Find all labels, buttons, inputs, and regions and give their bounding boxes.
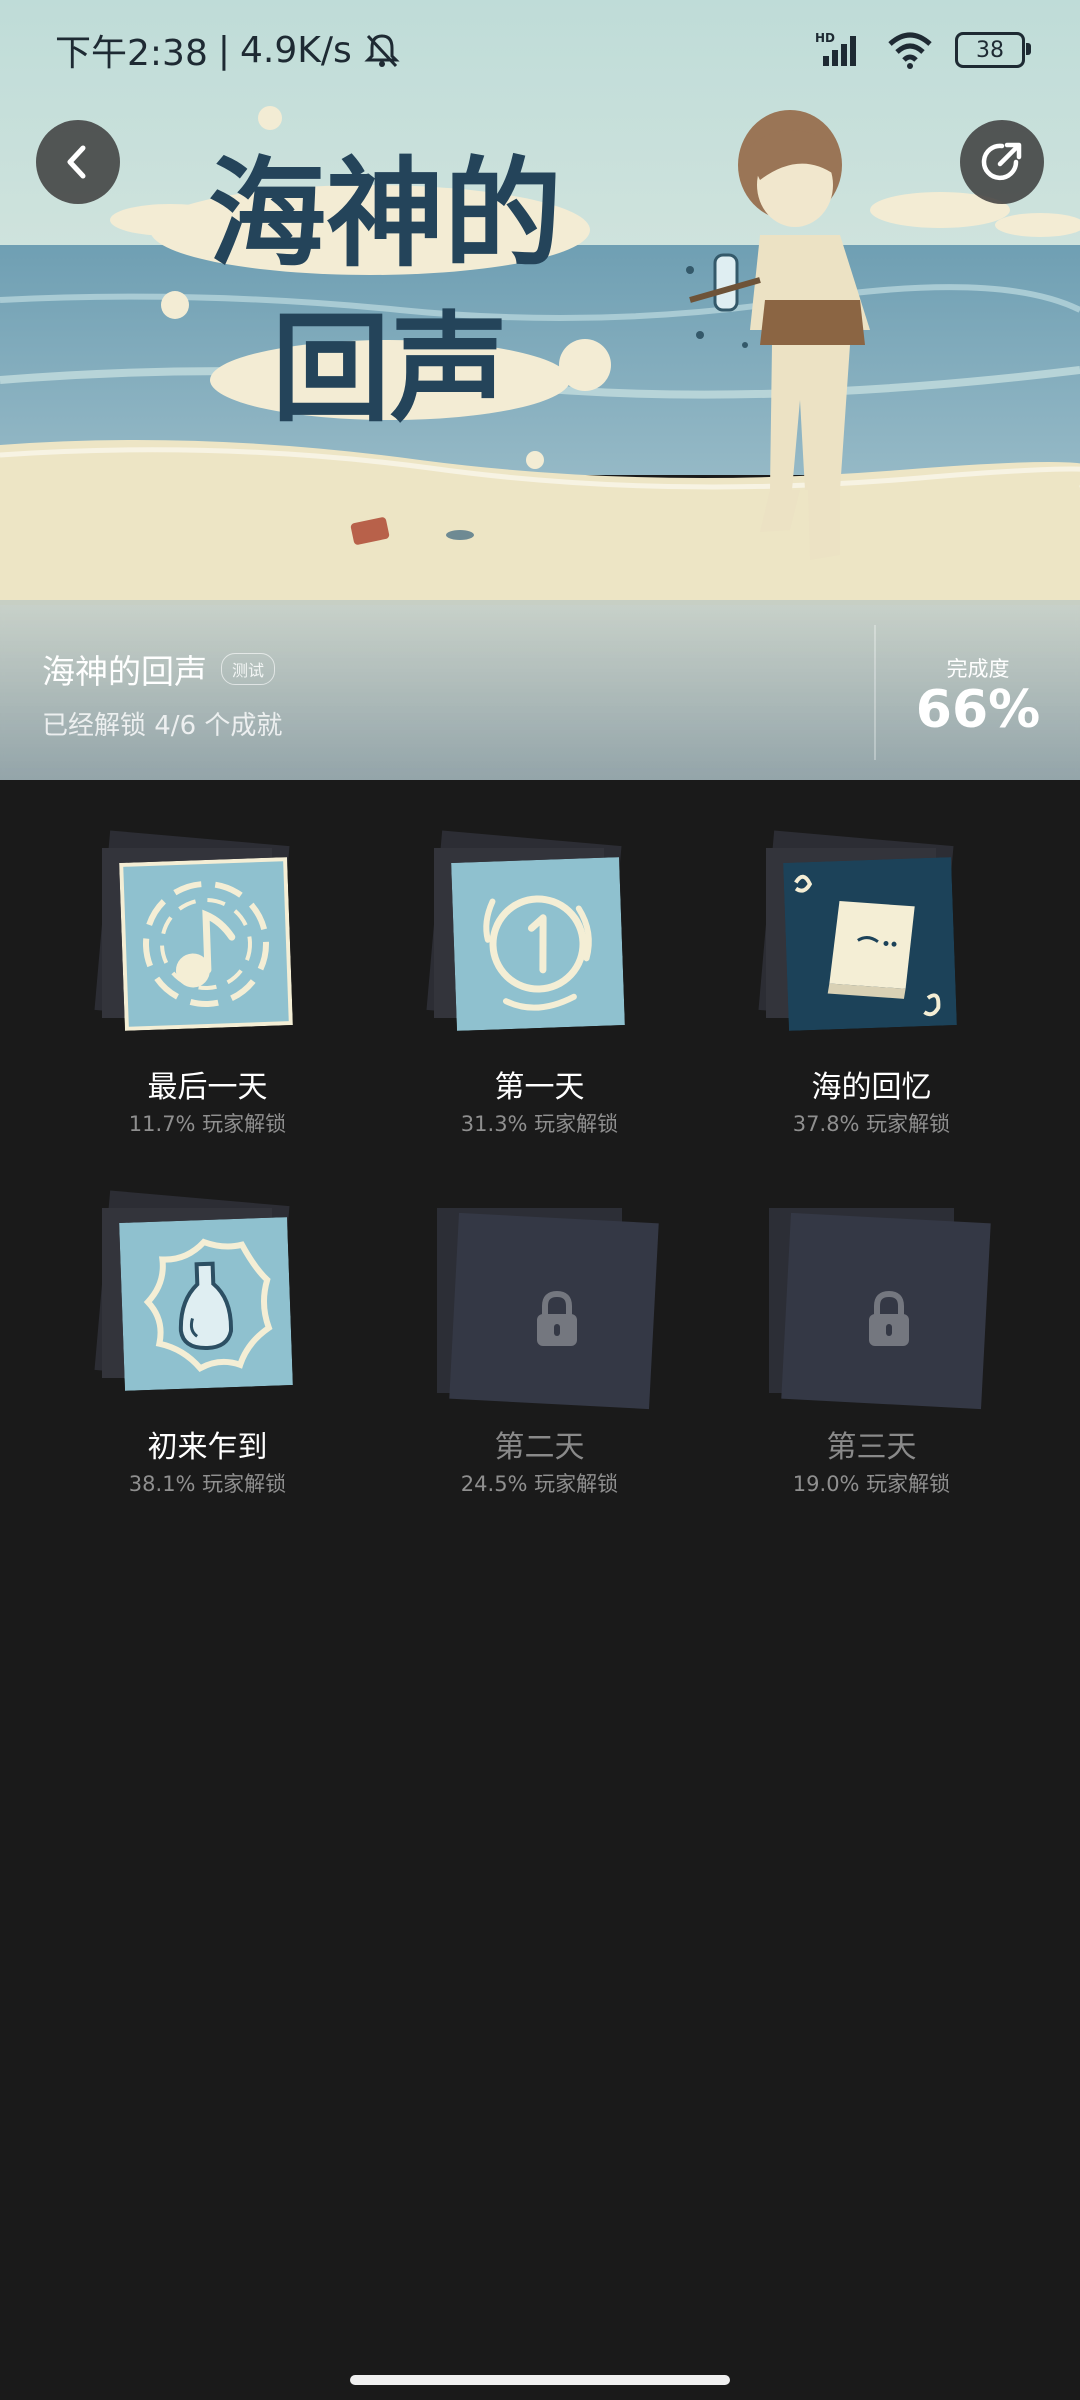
home-indicator[interactable] [350, 2375, 730, 2385]
game-title: 海神的回声 [42, 652, 207, 691]
achievement-card [332, 810, 662, 1031]
music-note-icon [119, 857, 293, 1031]
book-icon [783, 857, 957, 1031]
wifi-icon [888, 32, 932, 69]
achievement-rate: 37.8% 玩家解锁 [792, 1112, 951, 1136]
hero-banner: 海神的 回声 下午2:38 | 4.9K/s HD 38 海神的回声 测试 已经… [0, 0, 1080, 780]
achievement-item[interactable]: 第二天 24.5% 玩家解锁 [332, 1170, 662, 1500]
bottle-icon [119, 1217, 293, 1391]
completion-label: 完成度 [946, 657, 1010, 681]
game-info-band: 海神的回声 测试 已经解锁 4/6 个成就 完成度 66% [0, 605, 1080, 780]
achievement-card-locked [664, 1170, 994, 1410]
achievement-item[interactable]: 初来乍到 38.1% 玩家解锁 [0, 1170, 330, 1500]
achievement-rate: 19.0% 玩家解锁 [792, 1472, 951, 1496]
achievement-card [0, 810, 330, 1031]
art-title-line1: 海神的 [208, 145, 562, 283]
status-bar: 下午2:38 | 4.9K/s HD 38 [0, 0, 1080, 100]
unlock-summary: 已经解锁 4/6 个成就 [42, 711, 283, 741]
signal-icon: HD [815, 31, 856, 66]
number-one-icon [451, 857, 625, 1031]
share-button[interactable] [960, 120, 1044, 204]
lock-icon [869, 1290, 909, 1346]
completion-value: 66% [915, 680, 1041, 740]
achievement-card [0, 1170, 330, 1391]
achievement-card-locked [332, 1170, 662, 1410]
achievement-card [664, 810, 994, 1031]
achievement-item[interactable]: 最后一天 11.7% 玩家解锁 [0, 810, 330, 1140]
back-button[interactable] [36, 120, 120, 204]
test-tag: 测试 [221, 653, 276, 685]
achievement-item[interactable]: 第三天 19.0% 玩家解锁 [664, 1170, 994, 1500]
share-icon [981, 142, 1022, 181]
status-net-speed: 4.9K/s [239, 29, 352, 71]
achievement-name: 海的回忆 [811, 1070, 932, 1105]
art-title-line2: 回声 [272, 300, 508, 438]
achievement-item[interactable]: 海的回忆 37.8% 玩家解锁 [664, 810, 994, 1140]
status-time: 下午2:38 [55, 33, 208, 74]
chevron-left-icon [67, 145, 86, 179]
achievement-name: 第三天 [826, 1430, 917, 1465]
bell-muted-icon [364, 34, 400, 68]
battery-indicator: 38 [955, 32, 1031, 68]
lock-icon [537, 1290, 577, 1346]
status-separator: | [217, 29, 230, 71]
achievement-item[interactable]: 第一天 31.3% 玩家解锁 [332, 810, 662, 1140]
svg-text:HD: HD [815, 31, 835, 45]
